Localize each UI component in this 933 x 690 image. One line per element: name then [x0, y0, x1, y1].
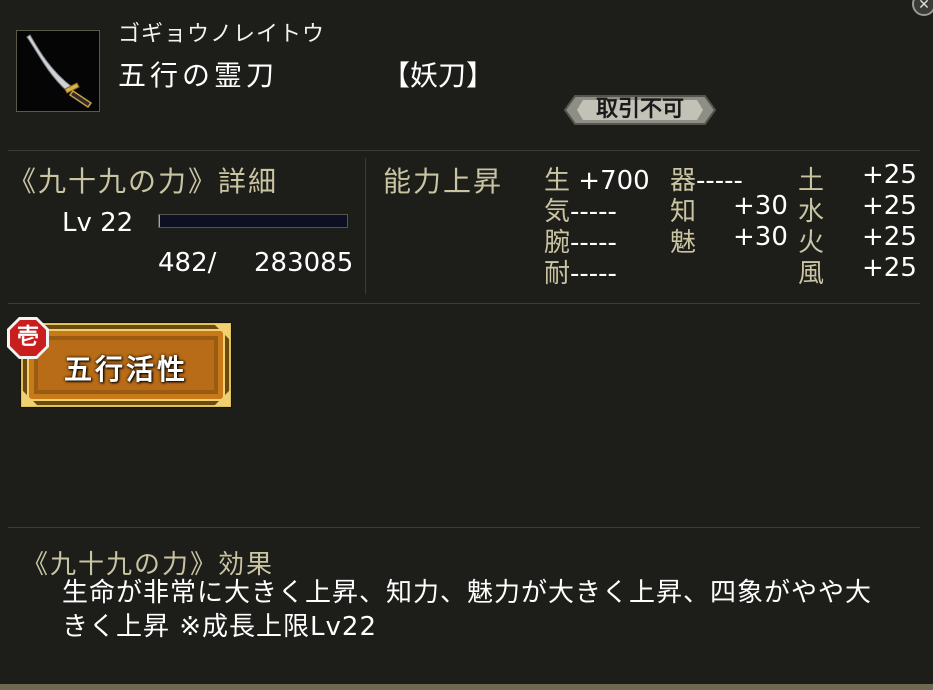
stat-endurance: 耐-----	[544, 259, 617, 289]
katana-icon	[16, 30, 100, 112]
stat-charm: 魅	[670, 228, 697, 258]
divider	[8, 527, 920, 528]
effect-text: 生命が非常に大きく上昇、知力、魅力が大きく上昇、四象がやや大きく上昇 ※成長上限…	[62, 578, 873, 642]
stat-wind: 風	[798, 259, 825, 289]
stat-water-value: +25	[862, 191, 917, 221]
trade-status-badge: 取引不可	[563, 94, 717, 126]
stat-intellect-value: +30	[733, 191, 788, 221]
level-label: Lv 22	[62, 208, 134, 238]
exp-bar	[158, 214, 348, 228]
exp-current: 482/	[158, 248, 217, 278]
item-name-kana: ゴギョウノレイトウ	[118, 22, 326, 47]
divider	[8, 150, 920, 151]
stat-earth-value: +25	[862, 160, 917, 190]
stat-wind-value: +25	[862, 253, 917, 283]
panel-bottom-edge	[0, 684, 933, 690]
skill-rank-badge: 壱	[6, 316, 50, 360]
stat-fire-value: +25	[862, 222, 917, 252]
divider	[8, 303, 920, 304]
divider	[365, 158, 366, 294]
stat-charm-value: +30	[733, 222, 788, 252]
power-detail-title: 《九十九の力》詳細	[8, 165, 279, 198]
skill-button[interactable]: 五行活性	[20, 322, 232, 408]
item-type: 【妖刀】	[382, 59, 495, 92]
skill-button-label: 五行活性	[63, 353, 188, 386]
ability-title: 能力上昇	[383, 165, 504, 198]
exp-max: 283085	[254, 248, 354, 278]
item-name: 五行の霊刀	[118, 59, 279, 92]
